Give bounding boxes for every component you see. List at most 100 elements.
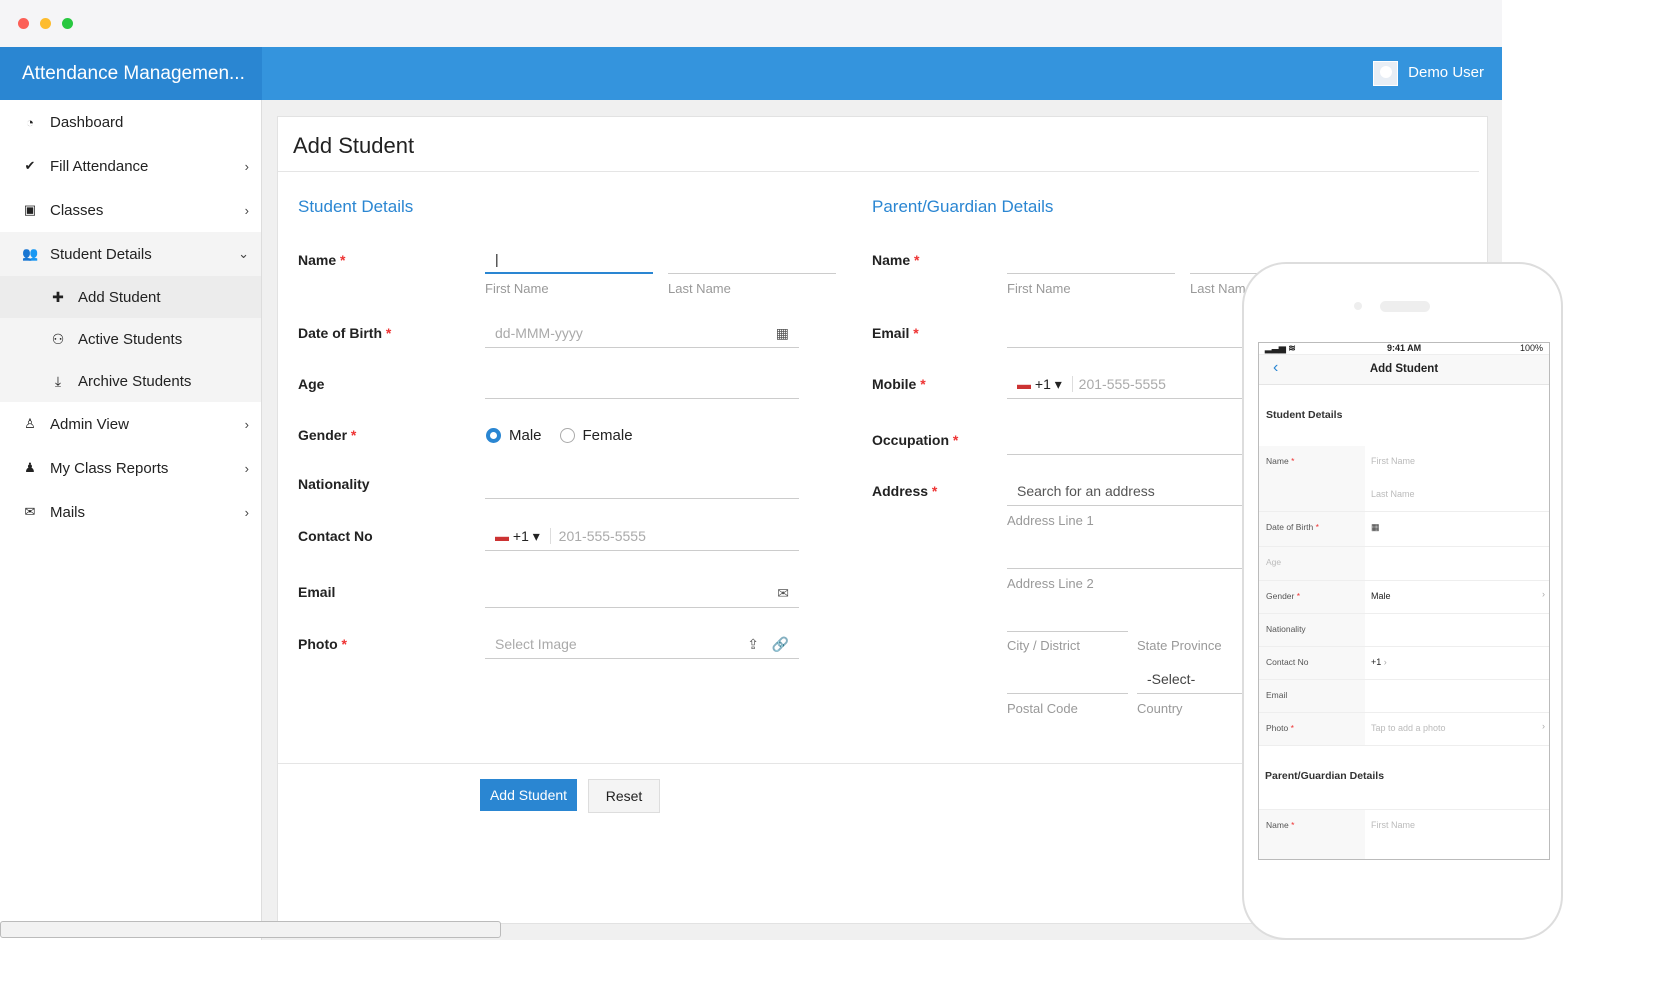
chevron-right-icon: ›	[244, 416, 249, 432]
age-input[interactable]	[485, 369, 799, 399]
country-select[interactable]: -Select-	[1137, 664, 1247, 694]
minimize-window-button[interactable]	[40, 18, 51, 29]
us-flag-icon: ▬	[1017, 376, 1031, 392]
address-search-input[interactable]: Search for an address	[1007, 476, 1247, 506]
mobile-preview: ▂▃▅ ≋ 9:41 AM 100% ‹ Add Student Student D…	[1242, 262, 1563, 940]
sidebar-item-label: Mails	[50, 503, 86, 521]
last-name-hint: Last Name	[668, 281, 731, 296]
address-line2-hint: Address Line 2	[1007, 576, 1094, 591]
name-label: Name *	[298, 252, 346, 268]
sidebar-item-fill-attendance[interactable]: ✔ Fill Attendance ›	[0, 144, 261, 188]
mobile-parent-name-row[interactable]: Name * First Name	[1259, 809, 1549, 859]
sidebar-item-mails[interactable]: ✉ Mails ›	[0, 490, 261, 534]
address-line2-input[interactable]	[1007, 539, 1247, 569]
sidebar-item-label: Classes	[50, 201, 104, 219]
close-window-button[interactable]	[18, 18, 29, 29]
gender-label: Gender *	[298, 427, 357, 443]
mobile-placeholder: 201-555-5555	[1071, 376, 1166, 392]
sidebar-item-label: My Class Reports	[50, 459, 169, 477]
mobile-email-row[interactable]: Email	[1259, 680, 1549, 713]
mobile-input[interactable]: ▬ +1 ▾ 201-555-5555	[1007, 369, 1247, 399]
sidebar-item-active-students[interactable]: ⚇ Active Students	[0, 318, 261, 360]
parent-first-name-input[interactable]	[1007, 244, 1175, 274]
male-label: Male	[509, 427, 542, 444]
sidebar-item-label: Archive Students	[78, 372, 192, 390]
horizontal-scrollbar[interactable]	[0, 921, 501, 938]
dob-label: Date of Birth *	[298, 325, 392, 341]
sidebar-item-label: Admin View	[50, 415, 129, 433]
mobile-age-row[interactable]: Age	[1259, 547, 1549, 581]
add-student-button[interactable]: Add Student	[480, 779, 577, 811]
mobile-dob-row[interactable]: Date of Birth * ▦	[1259, 512, 1549, 547]
reports-icon: ♟	[24, 460, 36, 475]
mobile-title: Add Student	[1369, 363, 1439, 375]
calendar-icon[interactable]: ▦	[776, 318, 789, 348]
address-line1-hint: Address Line 1	[1007, 513, 1094, 528]
occupation-input[interactable]	[1007, 425, 1247, 455]
mail-icon: ✉	[24, 504, 36, 519]
sidebar-item-label: Fill Attendance	[50, 157, 149, 175]
sidebar-item-admin-view[interactable]: ♙ Admin View ›	[0, 402, 261, 446]
mobile-nav-bar: ‹ Add Student	[1259, 355, 1549, 385]
envelope-icon: ✉	[777, 585, 789, 601]
parent-name-label: Name *	[872, 252, 920, 268]
sidebar-item-archive-students[interactable]: ⤓ Archive Students	[0, 360, 261, 402]
photo-label: Photo *	[298, 636, 347, 652]
nationality-input[interactable]	[485, 469, 799, 499]
admin-icon: ♙	[24, 416, 36, 431]
mobile-name-row[interactable]: Name * First Name Last Name	[1259, 446, 1549, 512]
parent-country-code-select[interactable]: ▬ +1 ▾	[1017, 376, 1062, 392]
postal-hint: Postal Code	[1007, 701, 1078, 716]
mobile-nationality-row[interactable]: Nationality	[1259, 614, 1549, 647]
female-radio[interactable]	[559, 428, 575, 443]
user-menu[interactable]: Demo User	[1373, 60, 1484, 86]
parent-first-hint: First Name	[1007, 281, 1071, 296]
female-label: Female	[582, 427, 633, 444]
photo-input[interactable]: Select Image ⇪ 🔗	[485, 629, 799, 659]
parent-details-heading: Parent/Guardian Details	[872, 197, 1054, 216]
check-circle-icon: ✔	[24, 158, 36, 173]
first-name-hint: First Name	[485, 281, 549, 296]
parent-email-input[interactable]	[1007, 318, 1247, 348]
postal-code-input[interactable]	[1007, 664, 1128, 694]
app-title[interactable]: Attendance Managemen...	[0, 47, 262, 100]
sidebar-item-dashboard[interactable]: ◔ Dashboard	[0, 100, 261, 144]
mobile-photo-row[interactable]: Photo * Tap to add a photo ›	[1259, 713, 1549, 746]
sidebar-item-label: Add Student	[78, 288, 161, 306]
chevron-right-icon: ›	[244, 504, 249, 520]
us-flag-icon: ▬	[495, 528, 509, 544]
country-hint: Country	[1137, 701, 1183, 716]
status-bar: ▂▃▅ ≋ 9:41 AM 100%	[1259, 343, 1549, 355]
sidebar-item-add-student[interactable]: ✚ Add Student	[0, 276, 261, 318]
maximize-window-button[interactable]	[62, 18, 73, 29]
calendar-icon: ▦	[1371, 522, 1380, 532]
users-icon: 👥	[22, 246, 39, 261]
mobile-gender-row[interactable]: Gender * Male ›	[1259, 581, 1549, 614]
sidebar-item-classes[interactable]: ▣ Classes ›	[0, 188, 261, 232]
country-code-select[interactable]: ▬ +1 ▾	[495, 528, 540, 544]
chevron-right-icon: ›	[244, 460, 249, 476]
sidebar-item-my-class-reports[interactable]: ♟ My Class Reports ›	[0, 446, 261, 490]
mobile-contact-row[interactable]: Contact No +1 ›	[1259, 647, 1549, 680]
phone-placeholder: 201-555-5555	[549, 528, 646, 544]
dob-input[interactable]: dd-MMM-yyyy ▦	[485, 318, 799, 348]
address-label: Address *	[872, 483, 938, 499]
age-label: Age	[298, 376, 325, 392]
app-header: Attendance Managemen... Demo User	[0, 47, 1502, 100]
mobile-label: Mobile *	[872, 376, 926, 392]
link-icon[interactable]: 🔗	[772, 629, 789, 659]
first-name-input[interactable]: |	[485, 244, 653, 274]
reset-button[interactable]: Reset	[588, 779, 660, 813]
city-input[interactable]	[1007, 602, 1128, 632]
mobile-parent-heading: Parent/Guardian Details	[1265, 770, 1385, 782]
chevron-down-icon: ⌄	[238, 246, 249, 261]
avatar	[1373, 60, 1399, 86]
email-input[interactable]: ✉	[485, 578, 799, 608]
upload-icon[interactable]: ⇪	[747, 629, 759, 659]
sidebar-item-label: Dashboard	[50, 113, 124, 131]
sidebar-item-student-details[interactable]: 👥 Student Details ⌄	[0, 232, 261, 276]
male-radio[interactable]	[486, 428, 501, 443]
contact-input[interactable]: ▬ +1 ▾ 201-555-5555	[485, 521, 799, 551]
chevron-right-icon: ›	[1542, 589, 1545, 599]
last-name-input[interactable]	[668, 244, 836, 274]
